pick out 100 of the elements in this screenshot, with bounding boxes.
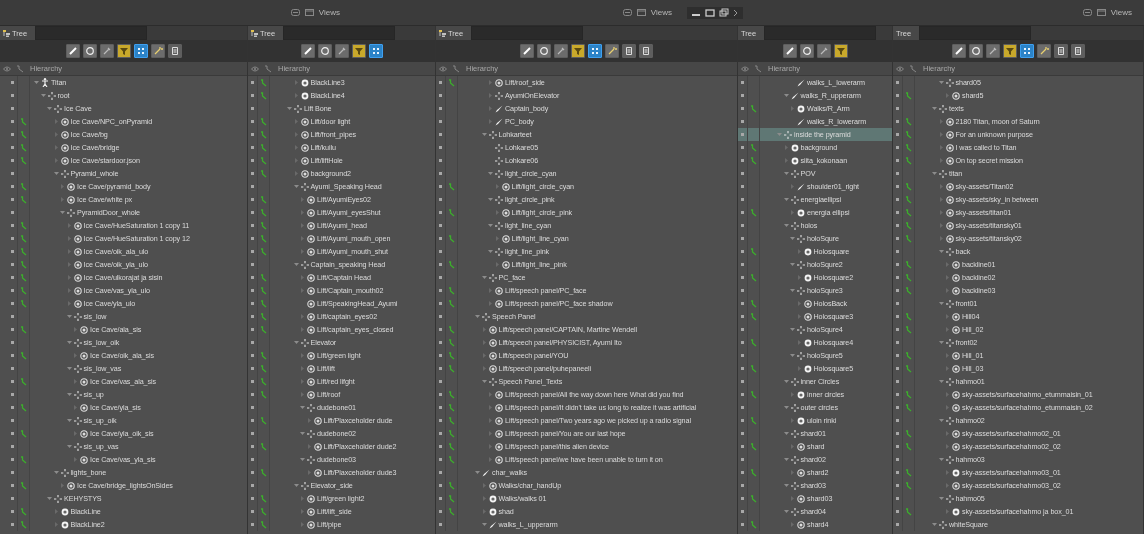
bone-icon[interactable] xyxy=(750,338,757,347)
expanded-arrow-icon[interactable] xyxy=(66,340,72,345)
expanded-arrow-icon[interactable] xyxy=(53,470,59,475)
collapsed-arrow-icon[interactable] xyxy=(945,470,950,475)
collapsed-arrow-icon[interactable] xyxy=(306,418,312,423)
expanded-arrow-icon[interactable] xyxy=(53,171,59,176)
collapsed-arrow-icon[interactable] xyxy=(488,444,493,449)
bone-icon[interactable] xyxy=(750,416,757,425)
page-button[interactable] xyxy=(1070,44,1085,58)
collapsed-arrow-icon[interactable] xyxy=(66,301,72,306)
pencil-button[interactable] xyxy=(782,44,797,58)
collapsed-arrow-icon[interactable] xyxy=(300,353,305,358)
bone-icon[interactable] xyxy=(448,260,455,269)
collapsed-arrow-icon[interactable] xyxy=(66,249,72,254)
collapsed-arrow-icon[interactable] xyxy=(796,366,802,371)
collapsed-arrow-icon[interactable] xyxy=(300,522,305,527)
expanded-arrow-icon[interactable] xyxy=(300,405,305,410)
pencil-button[interactable] xyxy=(951,44,966,58)
expanded-arrow-icon[interactable] xyxy=(66,366,72,371)
collapsed-arrow-icon[interactable] xyxy=(300,275,305,280)
expanded-arrow-icon[interactable] xyxy=(783,457,789,462)
collapsed-arrow-icon[interactable] xyxy=(945,262,950,267)
collapsed-arrow-icon[interactable] xyxy=(945,93,950,98)
collapsed-arrow-icon[interactable] xyxy=(938,132,944,137)
expanded-arrow-icon[interactable] xyxy=(783,405,789,410)
expanded-arrow-icon[interactable] xyxy=(783,93,789,98)
bone-icon[interactable] xyxy=(750,104,757,113)
collapsed-arrow-icon[interactable] xyxy=(481,509,487,514)
collapsed-arrow-icon[interactable] xyxy=(300,392,305,397)
collapsed-arrow-icon[interactable] xyxy=(60,483,65,488)
collapsed-arrow-icon[interactable] xyxy=(790,522,795,527)
page-button[interactable] xyxy=(167,44,182,58)
bone-icon[interactable] xyxy=(16,64,24,73)
collapsed-arrow-icon[interactable] xyxy=(66,236,72,241)
bone-icon[interactable] xyxy=(750,247,757,256)
eye-icon[interactable] xyxy=(439,65,447,72)
collapsed-arrow-icon[interactable] xyxy=(938,184,944,189)
bone-icon[interactable] xyxy=(260,468,267,477)
expanded-arrow-icon[interactable] xyxy=(932,171,937,176)
collapsed-arrow-icon[interactable] xyxy=(293,80,299,85)
collapsed-arrow-icon[interactable] xyxy=(300,379,305,384)
expanded-arrow-icon[interactable] xyxy=(293,262,299,267)
collapsed-arrow-icon[interactable] xyxy=(53,145,59,150)
expanded-arrow-icon[interactable] xyxy=(47,106,52,111)
collapsed-arrow-icon[interactable] xyxy=(306,444,312,449)
collapsed-arrow-icon[interactable] xyxy=(300,314,305,319)
collapsed-arrow-icon[interactable] xyxy=(790,470,795,475)
collapsed-arrow-icon[interactable] xyxy=(53,132,59,137)
collapsed-arrow-icon[interactable] xyxy=(494,184,500,189)
circle-button[interactable] xyxy=(537,44,551,58)
expanded-arrow-icon[interactable] xyxy=(783,171,789,176)
collapsed-arrow-icon[interactable] xyxy=(53,522,59,527)
collapsed-arrow-icon[interactable] xyxy=(73,431,78,436)
expanded-arrow-icon[interactable] xyxy=(481,379,487,384)
collapsed-arrow-icon[interactable] xyxy=(938,119,944,124)
collapsed-arrow-icon[interactable] xyxy=(945,509,950,514)
collapsed-arrow-icon[interactable] xyxy=(488,392,493,397)
collapsed-arrow-icon[interactable] xyxy=(300,249,305,254)
circle-button[interactable] xyxy=(317,44,332,58)
wand-button[interactable] xyxy=(605,44,619,58)
bone-icon[interactable] xyxy=(750,442,757,451)
wand-button[interactable] xyxy=(150,44,165,58)
collapsed-arrow-icon[interactable] xyxy=(790,496,795,501)
collapsed-arrow-icon[interactable] xyxy=(938,210,944,215)
collapsed-arrow-icon[interactable] xyxy=(300,236,305,241)
expanded-arrow-icon[interactable] xyxy=(488,249,493,254)
expanded-arrow-icon[interactable] xyxy=(790,353,795,358)
eye-icon[interactable] xyxy=(741,65,749,72)
collapsed-arrow-icon[interactable] xyxy=(481,366,487,371)
pencil-button[interactable] xyxy=(520,44,534,58)
collapsed-arrow-icon[interactable] xyxy=(945,405,950,410)
collapsed-arrow-icon[interactable] xyxy=(938,197,944,202)
pencil-button[interactable] xyxy=(65,44,80,58)
collapsed-arrow-icon[interactable] xyxy=(300,210,305,215)
page-button[interactable] xyxy=(622,44,636,58)
collapsed-arrow-icon[interactable] xyxy=(488,80,493,85)
expanded-arrow-icon[interactable] xyxy=(790,262,795,267)
expanded-arrow-icon[interactable] xyxy=(488,197,493,202)
collapsed-arrow-icon[interactable] xyxy=(494,210,500,215)
expanded-arrow-icon[interactable] xyxy=(790,236,795,241)
collapsed-arrow-icon[interactable] xyxy=(293,119,299,124)
collapsed-arrow-icon[interactable] xyxy=(945,353,950,358)
collapsed-arrow-icon[interactable] xyxy=(73,457,78,462)
views-label[interactable]: Views xyxy=(318,8,340,17)
collapsed-arrow-icon[interactable] xyxy=(790,444,795,449)
collapsed-arrow-icon[interactable] xyxy=(481,496,487,501)
expanded-arrow-icon[interactable] xyxy=(475,470,480,475)
collapsed-arrow-icon[interactable] xyxy=(488,457,493,462)
collapsed-arrow-icon[interactable] xyxy=(488,418,493,423)
pin-button[interactable] xyxy=(334,44,349,58)
collapsed-arrow-icon[interactable] xyxy=(783,145,789,150)
circle-button[interactable] xyxy=(799,44,814,58)
expanded-arrow-icon[interactable] xyxy=(488,171,493,176)
collapsed-arrow-icon[interactable] xyxy=(796,301,802,306)
eye-icon[interactable] xyxy=(251,65,259,72)
expanded-arrow-icon[interactable] xyxy=(783,483,789,488)
expanded-arrow-icon[interactable] xyxy=(66,418,72,423)
collapsed-arrow-icon[interactable] xyxy=(481,353,487,358)
bone-icon[interactable] xyxy=(750,364,757,373)
collapsed-arrow-icon[interactable] xyxy=(488,106,493,111)
